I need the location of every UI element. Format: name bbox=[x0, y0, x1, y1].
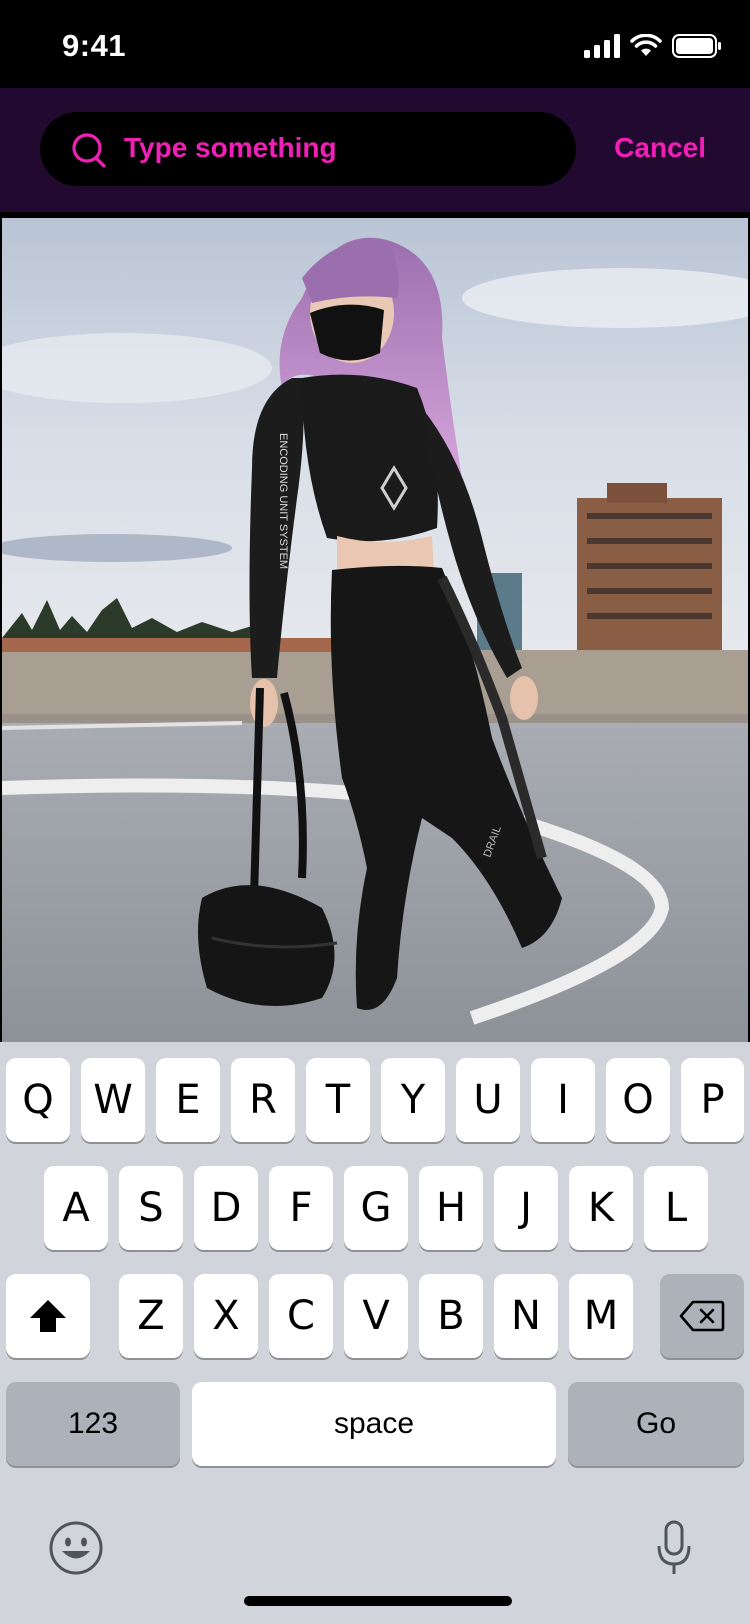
go-key[interactable]: Go bbox=[568, 1382, 744, 1466]
battery-icon bbox=[672, 34, 721, 58]
key-f[interactable]: F bbox=[269, 1166, 333, 1250]
key-p[interactable]: P bbox=[681, 1058, 744, 1142]
key-c[interactable]: C bbox=[269, 1274, 333, 1358]
shift-icon bbox=[30, 1300, 66, 1332]
home-indicator bbox=[244, 1596, 512, 1606]
key-v[interactable]: V bbox=[344, 1274, 408, 1358]
key-x[interactable]: X bbox=[194, 1274, 258, 1358]
cellular-signal-icon bbox=[584, 34, 620, 58]
key-w[interactable]: W bbox=[81, 1058, 145, 1142]
microphone-icon[interactable] bbox=[656, 1520, 692, 1576]
key-y[interactable]: Y bbox=[381, 1058, 445, 1142]
search-placeholder: Type something bbox=[124, 132, 337, 163]
shift-key[interactable] bbox=[6, 1274, 90, 1358]
key-m[interactable]: M bbox=[569, 1274, 633, 1358]
space-key[interactable]: space bbox=[192, 1382, 556, 1466]
key-l[interactable]: L bbox=[644, 1166, 708, 1250]
key-t[interactable]: T bbox=[306, 1058, 370, 1142]
wifi-icon bbox=[630, 34, 662, 56]
key-z[interactable]: Z bbox=[119, 1274, 183, 1358]
status-time: 9:41 bbox=[62, 28, 127, 63]
key-o[interactable]: O bbox=[606, 1058, 670, 1142]
key-s[interactable]: S bbox=[119, 1166, 183, 1250]
emoji-icon[interactable] bbox=[48, 1520, 104, 1576]
key-h[interactable]: H bbox=[419, 1166, 483, 1250]
search-result-photo[interactable]: ENCODING UNIT SYSTEM DRAIL bbox=[2, 218, 748, 1042]
key-j[interactable]: J bbox=[494, 1166, 558, 1250]
key-g[interactable]: G bbox=[344, 1166, 408, 1250]
key-k[interactable]: K bbox=[569, 1166, 633, 1250]
numbers-key[interactable]: 123 bbox=[6, 1382, 180, 1466]
search-icon bbox=[72, 133, 106, 168]
search-header: Type something Cancel bbox=[0, 88, 750, 212]
sleeve-text: ENCODING UNIT SYSTEM bbox=[277, 433, 289, 569]
key-u[interactable]: U bbox=[456, 1058, 520, 1142]
key-n[interactable]: N bbox=[494, 1274, 558, 1358]
backspace-icon bbox=[679, 1300, 725, 1332]
photo-image: ENCODING UNIT SYSTEM DRAIL bbox=[2, 218, 748, 1042]
key-a[interactable]: A bbox=[44, 1166, 108, 1250]
key-r[interactable]: R bbox=[231, 1058, 295, 1142]
status-icons bbox=[584, 34, 722, 58]
key-e[interactable]: E bbox=[156, 1058, 220, 1142]
key-b[interactable]: B bbox=[419, 1274, 483, 1358]
key-i[interactable]: I bbox=[531, 1058, 595, 1142]
key-q[interactable]: Q bbox=[6, 1058, 70, 1142]
key-d[interactable]: D bbox=[194, 1166, 258, 1250]
keyboard: Q W E R T Y U I O P A S D F G H J K L Z … bbox=[0, 1042, 750, 1624]
search-input[interactable]: Type something bbox=[40, 112, 576, 186]
backspace-key[interactable] bbox=[660, 1274, 744, 1358]
cancel-button[interactable]: Cancel bbox=[614, 132, 706, 164]
status-bar: 9:41 bbox=[0, 0, 750, 88]
